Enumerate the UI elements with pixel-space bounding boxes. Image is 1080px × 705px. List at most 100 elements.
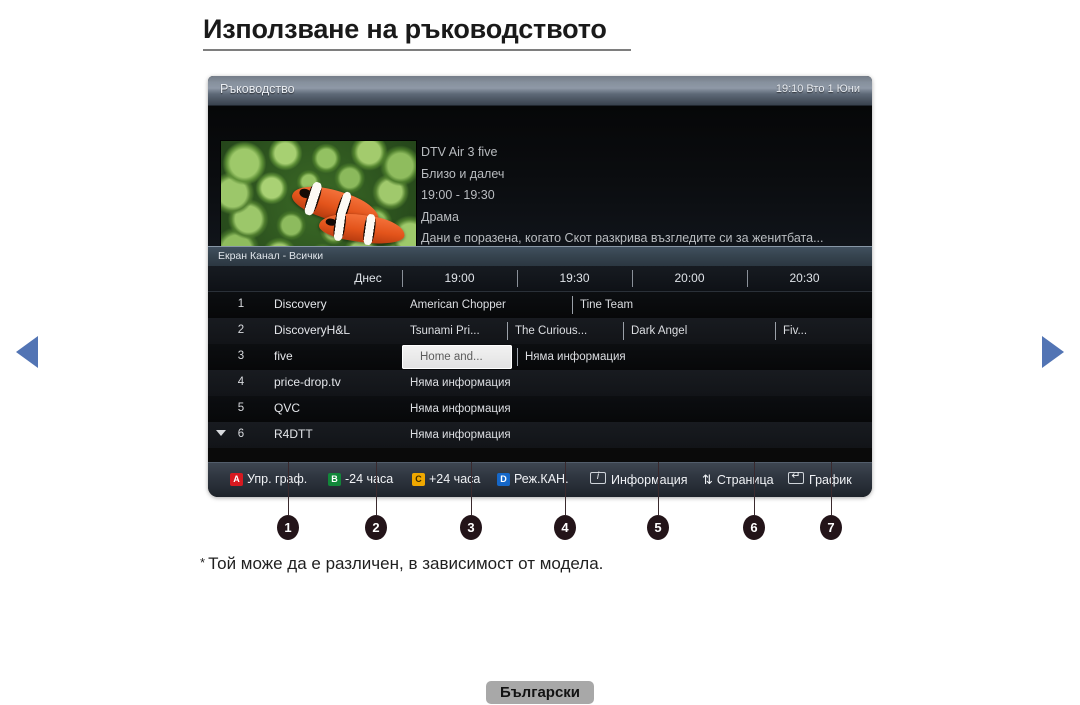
program-cell[interactable]: Fiv... [775, 318, 872, 344]
callout-leader-line [565, 462, 566, 515]
language-chip: Български [486, 681, 594, 704]
key-badge-b: B [328, 473, 341, 486]
toolbar-item-label: Реж.КАН. [514, 472, 569, 486]
channel-rows: 1 Discovery American Chopper Tine Team 2 Disc… [208, 292, 872, 448]
program-cell[interactable]: Tsunami Pri... [402, 318, 507, 344]
key-badge-d: D [497, 473, 510, 486]
time-header-slot: 20:30 [789, 271, 820, 285]
preview-channel: DTV Air 3 five [421, 145, 498, 159]
callout-leader-line [376, 462, 377, 515]
tv-guide-panel: Ръководство 19:10 Вто 1 Юни DTV Air 3 fi… [208, 76, 872, 497]
channel-name: DiscoveryH&L [274, 323, 351, 337]
program-cell[interactable]: Няма информация [402, 396, 872, 422]
program-title: Няма информация [525, 351, 626, 363]
program-title: American Chopper [410, 299, 506, 311]
channel-number: 2 [237, 324, 245, 336]
callout-leader-line [831, 462, 832, 515]
callout-number: 6 [743, 515, 765, 540]
info-icon [590, 471, 606, 484]
channel-list-section-label: Екран Канал - Всички [218, 250, 324, 262]
program-cell-divider [623, 322, 624, 340]
channel-number: 4 [237, 376, 245, 388]
time-header-slot: 20:00 [674, 271, 705, 285]
table-row[interactable]: 5 QVC Няма информация [208, 396, 872, 422]
callout-number: 1 [277, 515, 299, 540]
toolbar-item[interactable]: ⇅ Страница [702, 472, 774, 488]
toolbar-item-label: Страница [716, 473, 774, 487]
program-title: Tine Team [580, 299, 634, 311]
callout-leader-line [288, 462, 289, 515]
footnote-asterisk: * [200, 555, 206, 570]
fish-stripe [331, 209, 347, 243]
toolbar-item[interactable]: Информация [590, 471, 688, 487]
toolbar-item[interactable]: График [788, 470, 852, 487]
footnote-text: Той може да е различен, в зависимост от … [208, 554, 604, 573]
channel-name: R4DTT [274, 427, 313, 441]
toolbar-item[interactable]: D Реж.КАН. [497, 472, 569, 486]
key-badge-c: C [412, 473, 425, 486]
guide-title: Ръководство [220, 82, 295, 96]
callout-leader-line [658, 462, 659, 515]
callout-leader-line [754, 462, 755, 515]
program-title: Dark Angel [631, 325, 688, 337]
program-preview: DTV Air 3 five Близо и далеч 19:00 - 19:… [208, 106, 872, 265]
toolbar-item[interactable]: A Упр. граф. [230, 472, 307, 486]
callout-number: 4 [554, 515, 576, 540]
footnote: * Той може да е различен, в зависимост от… [200, 554, 603, 574]
program-cell-divider [517, 348, 518, 366]
toolbar-item[interactable]: B -24 часа [328, 472, 393, 486]
preview-time: 19:00 - 19:30 [421, 188, 495, 202]
program-title: Няма информация [410, 377, 511, 389]
callout-number: 3 [460, 515, 482, 540]
program-title: Home and... [420, 351, 483, 363]
channel-number: 3 [237, 350, 245, 362]
page-title-underline [203, 49, 631, 51]
program-cell-divider [507, 322, 508, 340]
time-header-slot: 19:30 [559, 271, 590, 285]
table-row[interactable]: 6 R4DTT Няма информация [208, 422, 872, 448]
program-cell[interactable]: The Curious... [507, 318, 623, 344]
program-cell[interactable]: Няма информация [402, 422, 872, 448]
callout-number: 5 [647, 515, 669, 540]
time-header-row: Днес 19:00 19:30 20:00 20:30 [208, 266, 872, 292]
program-title: Tsunami Pri... [410, 325, 480, 337]
table-row[interactable]: 3 five Home and... Няма информация [208, 344, 872, 370]
fish-stripe [360, 213, 377, 247]
preview-info: DTV Air 3 five Близо и далеч 19:00 - 19:… [421, 142, 858, 250]
channel-name: five [274, 349, 293, 363]
program-title: The Curious... [515, 325, 588, 337]
program-cell[interactable]: Tine Team [572, 292, 872, 318]
table-row[interactable]: 1 Discovery American Chopper Tine Team [208, 292, 872, 318]
up-down-arrows-icon: ⇅ [702, 472, 713, 487]
program-title: Fiv... [783, 325, 808, 337]
preview-genre: Драма [421, 209, 459, 224]
key-badge-a: A [230, 473, 243, 486]
program-title: Няма информация [410, 403, 511, 415]
toolbar-item-label: +24 часа [429, 472, 481, 486]
time-header-slot: 19:00 [444, 271, 475, 285]
callout-number: 2 [365, 515, 387, 540]
channel-number: 6 [237, 428, 245, 440]
channel-name: price-drop.tv [274, 375, 341, 389]
callout-leader-line [471, 462, 472, 515]
program-cell[interactable]: Няма информация [517, 344, 872, 370]
guide-clock: 19:10 Вто 1 Юни [775, 83, 860, 95]
channel-name: Discovery [274, 297, 327, 311]
program-cell[interactable]: American Chopper [402, 292, 572, 318]
program-cell[interactable]: Няма информация [402, 370, 872, 396]
toolbar-item-label: Информация [611, 473, 688, 487]
table-row[interactable]: 2 DiscoveryH&L Tsunami Pri... The Curious..… [208, 318, 872, 344]
callout-number: 7 [820, 515, 842, 540]
prev-page-arrow-icon[interactable] [16, 336, 38, 368]
table-row[interactable]: 4 price-drop.tv Няма информация [208, 370, 872, 396]
page-title: Използване на ръководството [203, 14, 607, 44]
program-cell[interactable]: Dark Angel [623, 318, 775, 344]
toolbar-item-label: -24 часа [345, 472, 394, 486]
program-cell-selected[interactable]: Home and... [402, 345, 512, 369]
next-page-arrow-icon[interactable] [1042, 336, 1064, 368]
guide-header-bar: Ръководство 19:10 Вто 1 Юни [208, 76, 872, 106]
chevron-down-icon [216, 430, 226, 436]
channel-number: 5 [237, 402, 245, 414]
toolbar-item-label: Упр. граф. [247, 472, 308, 486]
channel-name: QVC [274, 401, 301, 415]
